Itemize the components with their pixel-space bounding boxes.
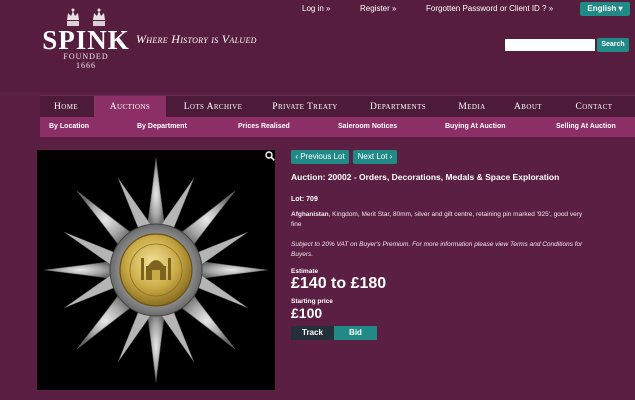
track-button[interactable]: Track bbox=[291, 326, 334, 340]
previous-lot-button[interactable]: ‹ Previous Lot bbox=[291, 150, 349, 164]
subnav-selling-at-auction[interactable]: Selling At Auction bbox=[556, 117, 616, 137]
lot-image[interactable] bbox=[37, 150, 275, 390]
register-link[interactable]: Register » bbox=[360, 4, 396, 13]
desc-country: Afghanistan bbox=[291, 211, 329, 218]
nav-auctions[interactable]: Auctions bbox=[94, 96, 166, 118]
estimate-value: £140 to £180 bbox=[291, 275, 387, 292]
nav-home[interactable]: Home bbox=[40, 96, 92, 118]
lot-description: Afghanistan, Kingdom, Merit Star, 80mm, … bbox=[291, 210, 591, 230]
starting-price-label: Starting price bbox=[291, 298, 333, 305]
brand-wordmark: SPINK bbox=[42, 25, 130, 55]
main-nav: Home Auctions Lots Archive Private Treat… bbox=[40, 95, 635, 118]
lot-number: Lot: 709 bbox=[291, 196, 318, 203]
auction-title[interactable]: Auction: 20002 - Orders, Decorations, Me… bbox=[291, 172, 591, 183]
desc-text: , Kingdom, Merit Star, 80mm, silver and … bbox=[291, 211, 583, 228]
language-select[interactable]: English ▾ bbox=[580, 2, 630, 16]
subnav-prices-realised[interactable]: Prices Realised bbox=[238, 117, 290, 137]
zoom-icon[interactable] bbox=[265, 151, 275, 161]
nav-media[interactable]: Media bbox=[444, 96, 500, 118]
bid-button[interactable]: Bid bbox=[334, 326, 377, 340]
subnav-by-department[interactable]: By Department bbox=[137, 117, 187, 137]
subnav-by-location[interactable]: By Location bbox=[49, 117, 89, 137]
nav-private-treaty[interactable]: Private Treaty bbox=[258, 96, 352, 118]
site-header: SPINK FOUNDED 1666 Where History is Valu… bbox=[0, 0, 635, 92]
search-button[interactable]: Search bbox=[597, 38, 629, 52]
forgot-password-link[interactable]: Forgotten Password or Client ID ? » bbox=[426, 4, 553, 13]
login-link[interactable]: Log in » bbox=[302, 4, 330, 13]
subnav-buying-at-auction[interactable]: Buying At Auction bbox=[445, 117, 506, 137]
top-links: Log in » Register » Forgotten Password o… bbox=[0, 4, 635, 18]
merit-star-image bbox=[43, 157, 269, 383]
vat-note[interactable]: Subject to 20% VAT on Buyer's Premium. F… bbox=[291, 240, 591, 260]
founded-year: 1666 bbox=[76, 61, 96, 70]
brand-tagline: Where History is Valued bbox=[136, 32, 257, 46]
starting-price-value: £100 bbox=[291, 305, 323, 321]
nav-lots-archive[interactable]: Lots Archive bbox=[170, 96, 256, 118]
estimate-label: Estimate bbox=[291, 268, 319, 275]
nav-departments[interactable]: Departments bbox=[354, 96, 442, 118]
subnav-saleroom-notices[interactable]: Saleroom Notices bbox=[338, 117, 397, 137]
sub-nav: By Location By Department Prices Realise… bbox=[40, 117, 635, 137]
search-input[interactable] bbox=[505, 39, 595, 51]
next-lot-button[interactable]: Next Lot › bbox=[353, 150, 397, 164]
nav-contact[interactable]: Contact bbox=[558, 96, 630, 118]
nav-about[interactable]: About bbox=[502, 96, 554, 118]
